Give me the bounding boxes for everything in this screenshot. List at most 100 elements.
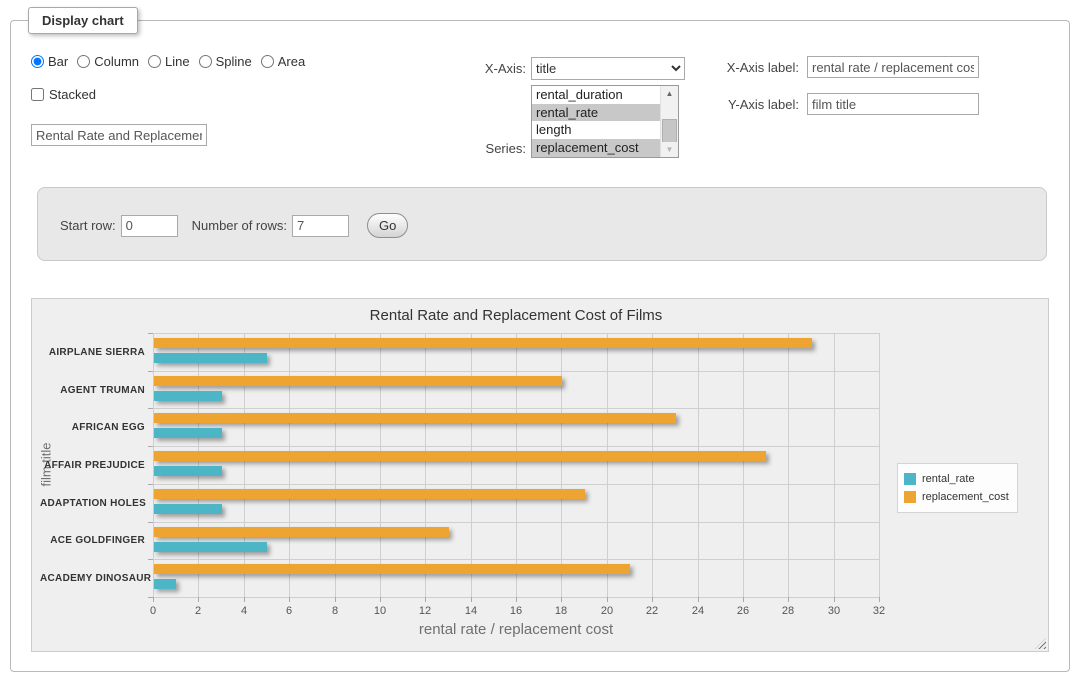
listbox-scrollbar[interactable]: ▲ ▼ — [660, 86, 678, 157]
bar-rental_rate[interactable] — [154, 466, 222, 476]
bar-rental_rate[interactable] — [154, 391, 222, 401]
bar-replacement_cost[interactable] — [154, 564, 630, 574]
scrollbar-thumb[interactable] — [662, 119, 677, 143]
x-axis-select[interactable]: title — [531, 57, 685, 80]
gridline-vertical — [153, 333, 154, 597]
resize-handle-icon[interactable] — [1035, 638, 1046, 649]
x-axis-tick-label: 28 — [773, 605, 803, 617]
bar-replacement_cost[interactable] — [154, 451, 766, 461]
bar-replacement_cost[interactable] — [154, 527, 449, 537]
x-axis-tick — [425, 597, 426, 602]
bar-replacement_cost[interactable] — [154, 489, 585, 499]
category-label: AIRPLANE SIERRA — [40, 347, 145, 358]
x-axis-tick — [698, 597, 699, 602]
gridline-vertical — [425, 333, 426, 597]
gridline-vertical — [698, 333, 699, 597]
number-of-rows-input[interactable] — [292, 215, 349, 237]
display-chart-panel: Display chart BarColumnLineSplineArea St… — [10, 20, 1070, 672]
x-axis-tick — [244, 597, 245, 602]
x-axis-tick — [380, 597, 381, 602]
chart-type-option-label: Spline — [216, 54, 252, 69]
chart-container: Rental Rate and Replacement Cost of Film… — [31, 298, 1049, 652]
go-button[interactable]: Go — [367, 213, 408, 238]
bar-rental_rate[interactable] — [154, 542, 267, 552]
bar-replacement_cost[interactable] — [154, 413, 676, 423]
series-option-rental_duration[interactable]: rental_duration — [532, 86, 661, 104]
x-axis-tick-label: 12 — [410, 605, 440, 617]
legend-item-rental_rate[interactable]: rental_rate — [904, 471, 1009, 487]
chart-type-radio-area[interactable] — [261, 55, 274, 68]
x-axis-tick-label: 2 — [183, 605, 213, 617]
chart-type-option-column: Column — [77, 54, 139, 69]
scroll-down-icon[interactable]: ▼ — [661, 142, 678, 157]
bar-rental_rate[interactable] — [154, 353, 267, 363]
gridline-vertical — [879, 333, 880, 597]
series-option-replacement_cost[interactable]: replacement_cost — [532, 139, 661, 157]
x-axis-tick-label: 0 — [138, 605, 168, 617]
chart-type-radio-spline[interactable] — [199, 55, 212, 68]
series-option-length[interactable]: length — [532, 121, 661, 139]
x-axis-tick-label: 32 — [864, 605, 894, 617]
x-axis-tick-label: 8 — [320, 605, 350, 617]
gridline-vertical — [335, 333, 336, 597]
x-axis-tick — [607, 597, 608, 602]
x-axis-tick-label: 16 — [501, 605, 531, 617]
category-label: AFRICAN EGG — [40, 422, 145, 433]
scroll-up-icon[interactable]: ▲ — [661, 86, 678, 101]
series-listbox[interactable]: rental_durationrental_ratelengthreplacem… — [531, 85, 679, 158]
y-axis-tick — [148, 597, 153, 598]
chart-title-input[interactable] — [31, 124, 207, 146]
x-axis-tick — [198, 597, 199, 602]
chart-type-option-label: Bar — [48, 54, 68, 69]
chart-type-radio-line[interactable] — [148, 55, 161, 68]
gridline-horizontal — [153, 408, 879, 409]
x-axis-tick-label: 14 — [456, 605, 486, 617]
category-label: ACADEMY DINOSAUR — [40, 573, 145, 584]
series-option-rental_rate[interactable]: rental_rate — [532, 104, 661, 122]
stacked-checkbox[interactable] — [31, 88, 44, 101]
gridline-horizontal — [153, 333, 879, 334]
legend-item-replacement_cost[interactable]: replacement_cost — [904, 489, 1009, 505]
gridline-vertical — [516, 333, 517, 597]
start-row-label: Start row: — [60, 218, 116, 233]
gridline-horizontal — [153, 522, 879, 523]
chart-type-radio-column[interactable] — [77, 55, 90, 68]
y-axis-tick — [148, 446, 153, 447]
start-row-input[interactable] — [121, 215, 178, 237]
chart-type-radio-bar[interactable] — [31, 55, 44, 68]
bar-rental_rate[interactable] — [154, 504, 222, 514]
y-axis-tick — [148, 484, 153, 485]
legend-swatch — [904, 491, 916, 503]
x-axis-tick — [516, 597, 517, 602]
x-axis-tick-label: 20 — [592, 605, 622, 617]
gridline-vertical — [788, 333, 789, 597]
gridline-horizontal — [153, 371, 879, 372]
category-label: AFFAIR PREJUDICE — [40, 460, 145, 471]
x-axis-tick-label: 6 — [274, 605, 304, 617]
x-axis-tick — [289, 597, 290, 602]
y-axis-label-row: Y-Axis label: — [691, 93, 979, 115]
y-axis-label-input[interactable] — [807, 93, 979, 115]
chart-title: Rental Rate and Replacement Cost of Film… — [153, 307, 879, 324]
gridline-vertical — [607, 333, 608, 597]
row-range-box: Start row: Number of rows: Go — [37, 187, 1047, 261]
legend-label: replacement_cost — [922, 491, 1009, 503]
bar-replacement_cost[interactable] — [154, 376, 562, 386]
stacked-checkbox-row: Stacked — [31, 87, 96, 102]
bar-rental_rate[interactable] — [154, 428, 222, 438]
gridline-vertical — [652, 333, 653, 597]
bar-replacement_cost[interactable] — [154, 338, 812, 348]
category-label: ADAPTATION HOLES — [40, 498, 145, 509]
x-axis-tick-label: 18 — [546, 605, 576, 617]
chart-type-option-line: Line — [148, 54, 190, 69]
x-axis-label-input[interactable] — [807, 56, 979, 78]
y-axis-tick — [148, 559, 153, 560]
x-axis-label-label: X-Axis label: — [691, 60, 799, 75]
bar-rental_rate[interactable] — [154, 579, 176, 589]
x-axis-tick — [788, 597, 789, 602]
x-axis-tick — [471, 597, 472, 602]
gridline-vertical — [198, 333, 199, 597]
y-axis-tick — [148, 522, 153, 523]
x-axis-tick-label: 22 — [637, 605, 667, 617]
chart-type-option-area: Area — [261, 54, 305, 69]
